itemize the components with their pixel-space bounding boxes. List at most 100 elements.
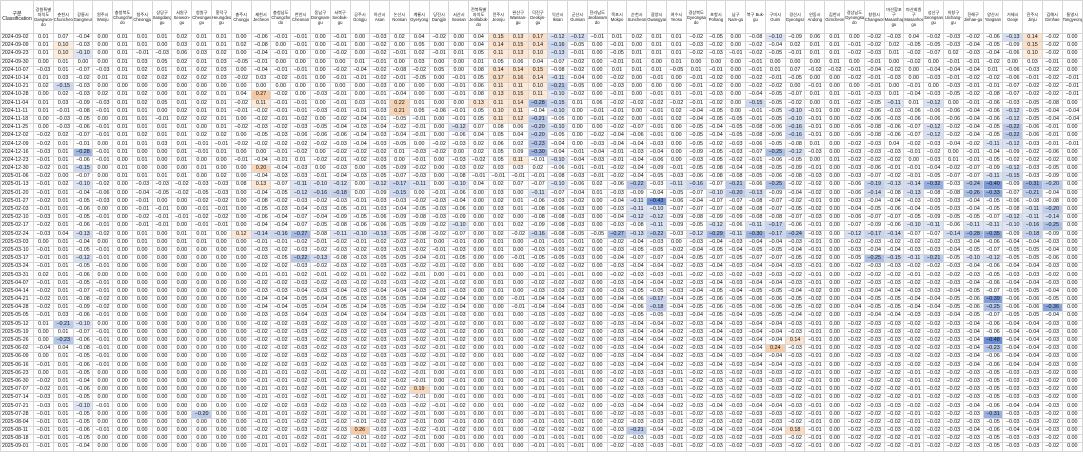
heatmap-cell: −0.01 [290, 65, 311, 75]
heatmap-cell: 0.00 [191, 172, 213, 182]
heatmap-cell: −0.03 [369, 245, 391, 256]
heatmap-cell: −0.03 [389, 319, 410, 329]
heatmap-cell: −0.05 [389, 254, 410, 264]
heatmap-cell: −0.01 [349, 270, 371, 280]
heatmap-cell: −0.04 [33, 344, 54, 354]
heatmap-cell: 0.00 [151, 262, 173, 272]
heatmap-cell: −0.04 [646, 352, 667, 362]
heatmap-cell: 0.01 [883, 90, 905, 100]
heatmap-cell: 0.00 [468, 213, 489, 223]
heatmap-cell: −0.02 [705, 41, 727, 51]
heatmap-cell: 0.05 [468, 106, 489, 116]
heatmap-cell: 0.00 [211, 294, 232, 305]
heatmap-cell: 0.00 [487, 303, 509, 313]
heatmap-cell: 0.00 [942, 147, 964, 157]
heatmap-cell: −0.04 [764, 237, 786, 247]
heatmap-cell: −0.01 [903, 163, 925, 174]
heatmap-cell: 0.01 [824, 90, 846, 100]
heatmap-cell: −0.01 [1041, 57, 1063, 67]
heatmap-cell: −0.03 [883, 73, 905, 84]
heatmap-cell: −0.03 [448, 139, 470, 149]
heatmap-cell: −0.05 [982, 434, 1004, 444]
heatmap-cell: 0.00 [725, 65, 747, 75]
heatmap-cell: −0.02 [725, 368, 747, 378]
column-header: 아산시 Asan [369, 0, 391, 34]
heatmap-cell: −0.02 [389, 385, 410, 395]
heatmap-cell: −0.16 [784, 123, 806, 133]
heatmap-cell: −0.02 [863, 32, 885, 43]
heatmap-cell: 0.00 [468, 417, 489, 428]
heatmap-cell: −0.12 [547, 32, 569, 43]
heatmap-cell: −0.12 [1002, 106, 1024, 116]
column-header: 충주시 Chungju [230, 0, 252, 34]
heatmap-cell: −0.02 [329, 237, 351, 247]
heatmap-cell: −0.02 [844, 319, 865, 329]
table-row: 2025-03-10 −0.01 0.01 −0.05 −0.01 0.00 0.00 0.0… [0, 245, 1083, 256]
heatmap-cell: −0.04 [329, 123, 351, 133]
heatmap-cell: −0.01 [309, 409, 331, 419]
heatmap-cell: −0.01 [567, 434, 588, 444]
heatmap-cell: −0.01 [428, 360, 450, 370]
heatmap-cell: 0.01 [666, 32, 687, 43]
heatmap-cell: 0.00 [230, 245, 252, 256]
heatmap-cell: −0.01 [72, 139, 94, 149]
heatmap-cell: −0.04 [646, 188, 667, 198]
heatmap-cell: 0.00 [1061, 98, 1083, 108]
heatmap-cell: −0.02 [804, 254, 826, 264]
heatmap-cell: 0.01 [52, 147, 74, 157]
heatmap-cell: −0.03 [290, 360, 311, 370]
heatmap-cell: −0.02 [408, 335, 430, 346]
heatmap-cell: 0.01 [211, 123, 232, 133]
heatmap-cell: −0.03 [389, 327, 410, 337]
heatmap-cell: 0.00 [824, 401, 846, 411]
table-row: 2024-11-11 0.01 −0.01 −0.08 −0.01 0.01 0.01 0.0… [0, 106, 1083, 116]
heatmap-cell: 0.01 [883, 49, 905, 59]
heatmap-cell: 0.00 [903, 155, 925, 166]
heatmap-cell: 0.00 [586, 123, 608, 133]
heatmap-cell: 0.00 [171, 385, 193, 395]
heatmap-cell: −0.06 [705, 294, 727, 305]
heatmap-cell: −0.04 [764, 425, 786, 436]
heatmap-cell: 0.00 [171, 417, 193, 428]
heatmap-cell: −0.03 [883, 360, 905, 370]
heatmap-cell: 0.02 [468, 147, 489, 157]
heatmap-cell: 0.00 [309, 57, 331, 67]
heatmap-cell: −0.08 [745, 32, 766, 43]
heatmap-cell: −0.07 [547, 57, 569, 67]
heatmap-cell: 0.01 [982, 65, 1004, 75]
heatmap-cell: −0.02 [329, 409, 351, 419]
heatmap-cell: −0.07 [962, 163, 984, 174]
heatmap-cell: 0.22 [389, 98, 410, 108]
heatmap-cell: 0.00 [131, 286, 153, 297]
heatmap-cell: −0.02 [1041, 49, 1063, 59]
heatmap-cell: 0.01 [52, 385, 74, 395]
heatmap-cell: −0.03 [1041, 237, 1063, 247]
heatmap-cell: −0.02 [942, 368, 964, 378]
heatmap-cell: −0.06 [883, 123, 905, 133]
heatmap-cell: 0.01 [646, 41, 667, 51]
heatmap-cell: 0.02 [586, 180, 608, 190]
column-header: 천안시 Cheonan [290, 0, 311, 34]
heatmap-cell: 0.01 [824, 41, 846, 51]
heatmap-cell: −0.02 [883, 172, 905, 182]
heatmap-cell: −0.02 [33, 131, 54, 141]
row-date: 2025-03-17 [0, 254, 34, 264]
heatmap-cell: −0.02 [903, 425, 925, 436]
heatmap-cell: −0.06 [72, 221, 94, 231]
heatmap-cell: 0.13 [507, 49, 529, 59]
heatmap-cell: −0.03 [725, 262, 747, 272]
row-date: 2025-02-10 [0, 213, 34, 223]
heatmap-cell: −0.03 [764, 393, 786, 403]
row-date: 2025-03-31 [0, 270, 34, 280]
heatmap-cell: −0.03 [784, 327, 806, 337]
heatmap-cell: −0.02 [606, 114, 628, 125]
heatmap-cell: 0.00 [586, 262, 608, 272]
heatmap-cell: −0.02 [844, 393, 865, 403]
heatmap-cell: 0.00 [92, 82, 114, 92]
heatmap-cell: −0.04 [745, 278, 766, 288]
heatmap-cell: −0.02 [725, 409, 747, 419]
heatmap-cell: 0.05 [487, 131, 509, 141]
table-row: 2025-06-02 −0.04 0.04 −0.08 −0.01 0.00 0.00 0.0… [0, 344, 1083, 354]
heatmap-cell: 0.01 [131, 172, 153, 182]
heatmap-cell: 0.00 [586, 409, 608, 419]
